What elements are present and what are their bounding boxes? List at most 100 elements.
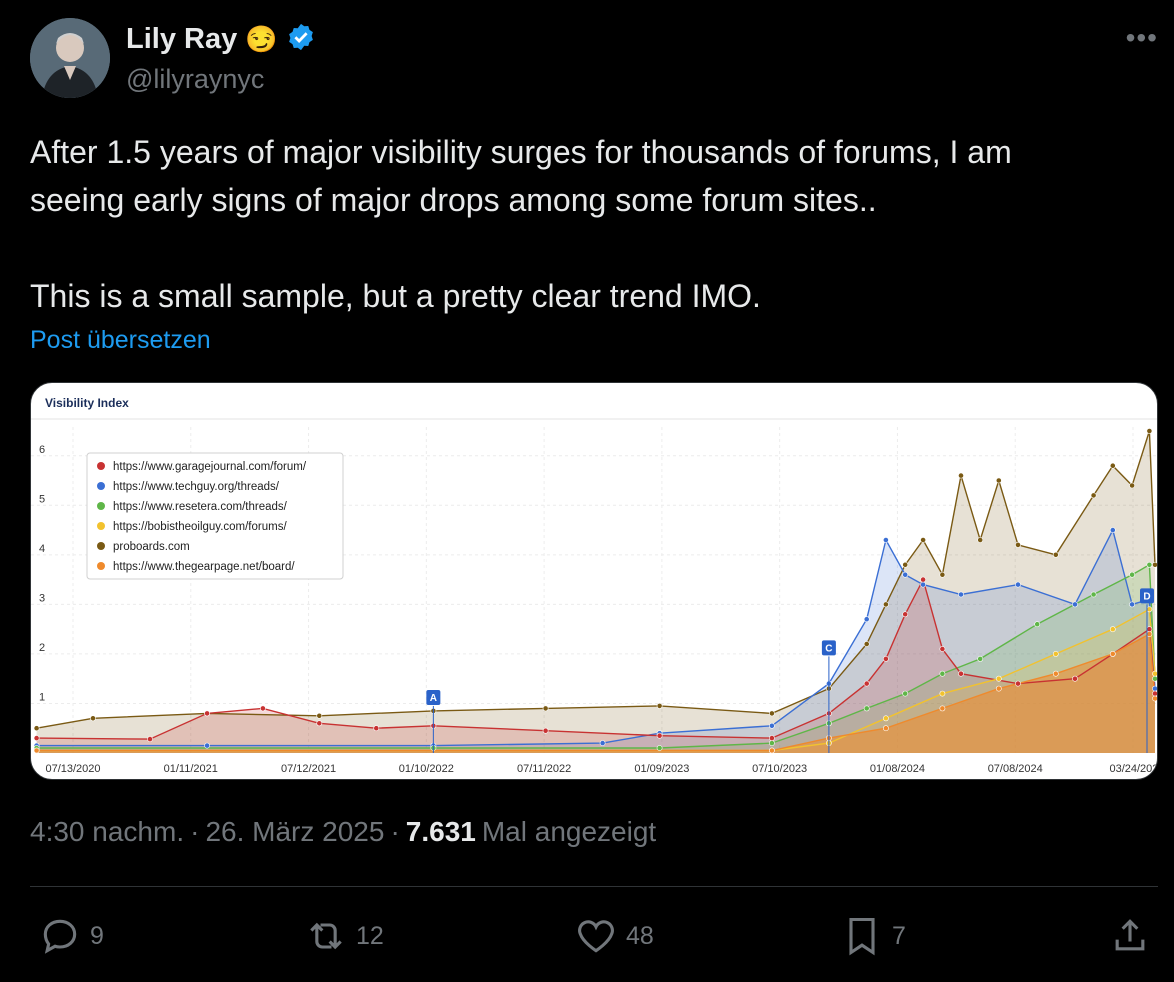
bookmark-count: 7 [892, 921, 906, 950]
more-horizontal-icon[interactable]: ••• [1126, 22, 1158, 54]
data-point [769, 747, 775, 754]
author-name[interactable]: Lily Ray [126, 23, 237, 56]
legend-label: https://www.garagejournal.com/forum/ [113, 461, 307, 473]
data-point [1109, 650, 1116, 657]
share-button[interactable] [1108, 914, 1152, 958]
data-point [33, 747, 40, 754]
data-point [920, 537, 926, 543]
reply-button[interactable]: 9 [38, 914, 104, 958]
data-point [902, 571, 909, 578]
bookmark-icon [849, 917, 875, 956]
view-count: 7.631 [405, 816, 476, 847]
post-meta: 4:30 nachm. · 26. März 2025 · 7.631 Mal … [30, 816, 656, 848]
data-point [1152, 695, 1157, 702]
heart-icon [578, 920, 614, 953]
data-point [1146, 631, 1153, 637]
y-tick-label: 3 [39, 592, 45, 604]
attached-chart-image[interactable]: Visibility Index 07/13/2020 01/11/2021 07/… [30, 382, 1158, 780]
repost-icon [310, 922, 342, 950]
annotation-label: D [1143, 591, 1150, 602]
data-point [939, 705, 946, 712]
separator: · [390, 816, 400, 847]
legend-label: https://bobistheoilguy.com/forums/ [113, 521, 287, 533]
post-line: After 1.5 years of major visibility surg… [30, 134, 1012, 170]
repost-count: 12 [356, 921, 384, 950]
data-point [1015, 581, 1021, 588]
data-point [958, 670, 964, 677]
data-point [863, 680, 870, 687]
data-point [599, 740, 606, 746]
data-point [1152, 670, 1157, 677]
reply-count: 9 [90, 921, 104, 950]
data-point [902, 561, 909, 568]
avatar[interactable] [30, 18, 110, 98]
data-point [1129, 601, 1135, 608]
data-point [995, 477, 1002, 484]
x-tick-label: 01/08/2024 [870, 763, 925, 775]
data-point [204, 742, 210, 749]
annotation-label: C [825, 643, 832, 654]
post-date[interactable]: 26. März 2025 [205, 816, 384, 848]
legend-swatch [97, 542, 105, 550]
data-point [977, 537, 984, 543]
data-point [920, 576, 926, 583]
data-point [863, 705, 870, 712]
data-point [1072, 675, 1078, 682]
data-point [939, 690, 946, 697]
views-label: Mal angezeigt [481, 816, 657, 847]
data-point [1146, 626, 1153, 633]
data-point [902, 690, 909, 697]
action-bar: 9 12 48 7 [0, 914, 1174, 958]
data-point [1052, 670, 1059, 677]
data-point [902, 611, 909, 618]
x-tick-label: 07/12/2021 [281, 763, 336, 775]
y-tick-label: 2 [39, 642, 45, 654]
data-point [1109, 462, 1116, 469]
legend-swatch [97, 522, 105, 530]
data-point [769, 722, 775, 729]
author-handle[interactable]: @lilyraynyc [126, 64, 264, 95]
like-button[interactable]: 48 [574, 914, 654, 958]
annotation-label: A [430, 693, 437, 704]
x-tick-label: 07/10/2023 [752, 763, 807, 775]
data-point [1152, 685, 1157, 692]
x-tick-label: 03/24/2025 [1109, 763, 1158, 775]
post-line: This is a small sample, but a pretty cle… [30, 278, 761, 314]
data-point [883, 601, 889, 608]
bookmark-button[interactable]: 7 [840, 914, 906, 958]
data-point [373, 725, 380, 732]
divider [30, 886, 1158, 887]
x-tick-label: 07/11/2022 [517, 763, 571, 775]
data-point [863, 616, 870, 623]
data-point [995, 675, 1002, 682]
legend-label: https://www.techguy.org/threads/ [113, 481, 280, 493]
data-point [90, 715, 96, 722]
data-point [259, 705, 266, 712]
data-point [769, 735, 775, 741]
data-point [1146, 428, 1153, 434]
data-point [1052, 650, 1059, 657]
data-point [958, 472, 964, 479]
data-point [920, 581, 926, 588]
like-count: 48 [626, 921, 654, 950]
verified-badge-icon [286, 22, 316, 57]
repost-button[interactable]: 12 [304, 914, 384, 958]
data-point [33, 735, 40, 741]
y-tick-label: 1 [39, 691, 45, 703]
data-point [147, 736, 153, 742]
legend-swatch [97, 462, 105, 470]
data-point [1034, 621, 1041, 628]
data-point [1109, 626, 1116, 633]
x-tick-label: 01/10/2022 [399, 763, 454, 775]
data-point [542, 727, 549, 734]
data-point [1129, 571, 1135, 578]
data-point [33, 725, 40, 732]
data-point [995, 685, 1002, 692]
share-icon [1115, 919, 1145, 951]
author-emoji: 😏 [245, 24, 278, 54]
data-point [1146, 561, 1153, 568]
post-time[interactable]: 4:30 nachm. [30, 816, 184, 848]
data-point [1152, 561, 1157, 568]
data-point [883, 655, 889, 662]
translate-link[interactable]: Post übersetzen [30, 326, 211, 355]
